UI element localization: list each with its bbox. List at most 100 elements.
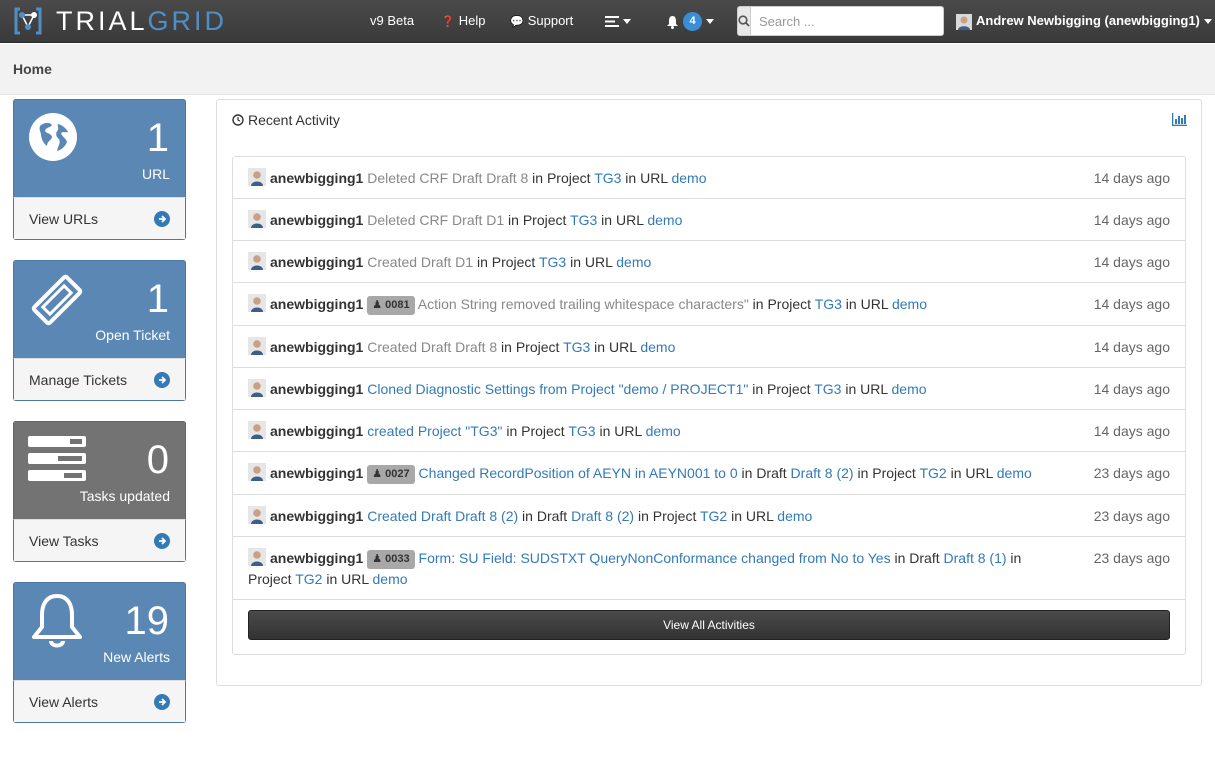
project-link[interactable]: TG3 — [814, 381, 841, 397]
issue-tag[interactable]: ♟ 0081 — [367, 296, 415, 315]
url-stat-panel: 1 URL View URLs — [13, 99, 186, 240]
recent-activity-panel: Recent Activity anewbigging1 Deleted CRF… — [216, 99, 1202, 686]
nav-notifications-dropdown[interactable]: 4 — [666, 0, 714, 43]
activity-user: anewbigging1 — [270, 381, 364, 397]
activity-user: anewbigging1 — [270, 508, 364, 524]
url-link[interactable]: demo — [646, 423, 681, 439]
activity-action: Created Draft Draft 8 — [367, 339, 498, 355]
activity-user: anewbigging1 — [270, 423, 364, 439]
search-box — [737, 6, 944, 36]
activity-action: Deleted CRF Draft D1 — [367, 212, 505, 228]
url-link[interactable]: demo — [373, 571, 408, 587]
user-avatar-icon — [956, 13, 972, 30]
activity-time: 14 days ago — [1093, 381, 1170, 397]
activity-user: anewbigging1 — [270, 465, 364, 481]
search-input[interactable] — [751, 6, 944, 36]
url-link[interactable]: demo — [892, 381, 927, 397]
project-link[interactable]: TG3 — [563, 339, 590, 355]
user-avatar-icon — [248, 337, 266, 355]
bar-chart-icon[interactable] — [1172, 113, 1187, 129]
project-link[interactable]: TG3 — [594, 170, 621, 186]
url-link[interactable]: demo — [892, 296, 927, 312]
bell-icon — [32, 594, 82, 648]
draft-link[interactable]: Draft 8 (1) — [944, 550, 1007, 566]
url-link[interactable]: demo — [671, 170, 706, 186]
activity-action-link[interactable]: Changed RecordPosition of AEYN in AEYN00… — [419, 465, 738, 481]
activity-action-link[interactable]: created Project "TG3" — [367, 423, 502, 439]
project-link[interactable]: TG3 — [815, 296, 842, 312]
top-navbar: TRIALGRID v9 Beta ❓Help 💬Support 4 Andre… — [0, 0, 1215, 43]
activity-row: anewbigging1 Deleted CRF Draft D1 in Pro… — [233, 199, 1185, 241]
project-link[interactable]: TG3 — [570, 212, 597, 228]
view-all-activities-button[interactable]: View All Activities — [248, 610, 1170, 640]
issue-tag[interactable]: ♟ 0027 — [367, 465, 415, 484]
activity-user: anewbigging1 — [270, 296, 364, 312]
project-link[interactable]: TG2 — [700, 508, 727, 524]
url-link[interactable]: demo — [640, 339, 675, 355]
project-link[interactable]: TG3 — [568, 423, 595, 439]
arrow-circle-right-icon — [154, 693, 170, 710]
activity-user: anewbigging1 — [270, 339, 364, 355]
nav-menu-dropdown[interactable] — [605, 0, 631, 43]
url-link[interactable]: demo — [616, 254, 651, 270]
nav-help-link[interactable]: ❓ Help — [441, 0, 485, 43]
user-small-icon: ♟ — [372, 553, 383, 565]
user-avatar-icon — [248, 421, 266, 439]
activity-time: 14 days ago — [1093, 423, 1170, 439]
activity-row: anewbigging1 Cloned Diagnostic Settings … — [233, 368, 1185, 410]
page-header: Home — [0, 44, 1215, 95]
user-avatar-icon — [248, 379, 266, 397]
activity-row: anewbigging1 Deleted CRF Draft Draft 8 i… — [233, 157, 1185, 199]
view-urls-link[interactable]: View URLs — [13, 197, 186, 240]
user-avatar-icon — [248, 252, 266, 270]
activity-action-link[interactable]: Created Draft Draft 8 (2) — [367, 508, 518, 524]
activity-user: anewbigging1 — [270, 254, 364, 270]
nav-support-link[interactable]: 💬 Support — [510, 0, 573, 43]
tasks-stat-panel: 0 Tasks updated View Tasks — [13, 421, 186, 562]
activity-row: anewbigging1 Created Draft Draft 8 (2) i… — [233, 495, 1185, 537]
view-alerts-link[interactable]: View Alerts — [13, 680, 186, 723]
issue-tag[interactable]: ♟ 0033 — [367, 550, 415, 569]
activity-user: anewbigging1 — [270, 550, 364, 566]
nav-beta-link[interactable]: v9 Beta — [370, 0, 414, 43]
activity-row: anewbigging1 ♟ 0033 Form: SU Field: SUDS… — [233, 537, 1185, 600]
manage-tickets-link[interactable]: Manage Tickets — [13, 358, 186, 401]
activity-action-link[interactable]: Cloned Diagnostic Settings from Project … — [367, 381, 748, 397]
user-avatar-icon — [248, 294, 266, 312]
stat-panel-heading: 0 Tasks updated — [13, 421, 186, 519]
search-icon — [738, 15, 750, 27]
stat-label: Open Ticket — [95, 327, 170, 343]
arrow-circle-right-icon — [154, 210, 170, 227]
user-avatar-icon — [248, 168, 266, 186]
user-small-icon: ♟ — [372, 299, 383, 311]
panel-title: Recent Activity — [248, 112, 340, 128]
activity-action-link[interactable]: Form: SU Field: SUDSTXT QueryNonConforma… — [419, 550, 891, 566]
search-button[interactable] — [737, 6, 751, 36]
url-link[interactable]: demo — [647, 212, 682, 228]
project-link[interactable]: TG2 — [295, 571, 322, 587]
activity-row: anewbigging1 Created Draft Draft 8 in Pr… — [233, 326, 1185, 368]
view-all-container: View All Activities — [233, 600, 1185, 654]
project-link[interactable]: TG3 — [539, 254, 566, 270]
project-link[interactable]: TG2 — [919, 465, 946, 481]
comments-icon: 💬 — [510, 16, 524, 28]
stat-panel-heading: 19 New Alerts — [13, 582, 186, 680]
url-link[interactable]: demo — [997, 465, 1032, 481]
draft-link[interactable]: Draft 8 (2) — [571, 508, 634, 524]
activity-action: Deleted CRF Draft Draft 8 — [367, 170, 529, 186]
view-tasks-link[interactable]: View Tasks — [13, 519, 186, 562]
stat-number: 1 — [146, 277, 169, 321]
user-menu-dropdown[interactable]: Andrew Newbigging (anewbigging1) — [956, 0, 1212, 43]
activity-user: anewbigging1 — [270, 212, 364, 228]
activity-time: 14 days ago — [1093, 339, 1170, 355]
caret-down-icon — [623, 19, 631, 25]
activity-time: 23 days ago — [1093, 550, 1170, 566]
stat-label: URL — [141, 166, 170, 182]
page-title: Home — [13, 61, 52, 77]
brand-logo[interactable]: TRIALGRID — [12, 4, 227, 38]
activity-time: 14 days ago — [1093, 212, 1170, 228]
url-link[interactable]: demo — [777, 508, 812, 524]
user-avatar-icon — [248, 210, 266, 228]
stat-label: New Alerts — [103, 649, 170, 665]
draft-link[interactable]: Draft 8 (2) — [791, 465, 854, 481]
